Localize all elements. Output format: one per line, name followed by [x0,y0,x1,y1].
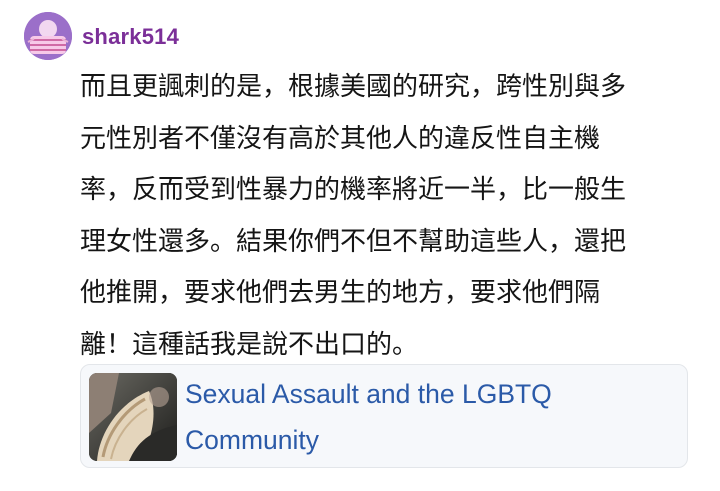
link-preview-card[interactable]: Sexual Assault and the LGBTQ Community [80,364,688,468]
post-line: 率，反而受到性暴力的機率將近一半，比一般生 [80,175,627,205]
masked-face-avatar-icon [24,12,72,60]
comment-post: shark514 而且更諷刺的是，根據美國的研究，跨性別與多 元性別者不僅沒有高… [0,0,720,491]
username[interactable]: shark514 [82,24,179,50]
post-line: 理女性還多。結果你們不但不幫助這些人，還把 [80,226,627,257]
post-line: 他推開，要求他們去男生的地方，要求他們隔 [80,278,601,308]
fur-hood-photo-thumbnail [89,373,177,461]
link-title-line: Sexual Assault and the LGBTQ [185,379,552,409]
avatar[interactable] [24,12,72,60]
post-line: 元性別者不僅沒有高於其他人的違反性自主機 [80,123,601,154]
post-line: 而且更諷刺的是，根據美國的研究，跨性別與多 [80,72,627,102]
link-thumbnail[interactable] [89,373,177,461]
link-title-line: Community [185,425,320,455]
link-title[interactable]: Sexual Assault and the LGBTQ Community [185,371,665,463]
post-body: 而且更諷刺的是，根據美國的研究，跨性別與多 元性別者不僅沒有高於其他人的違反性自… [80,62,700,371]
